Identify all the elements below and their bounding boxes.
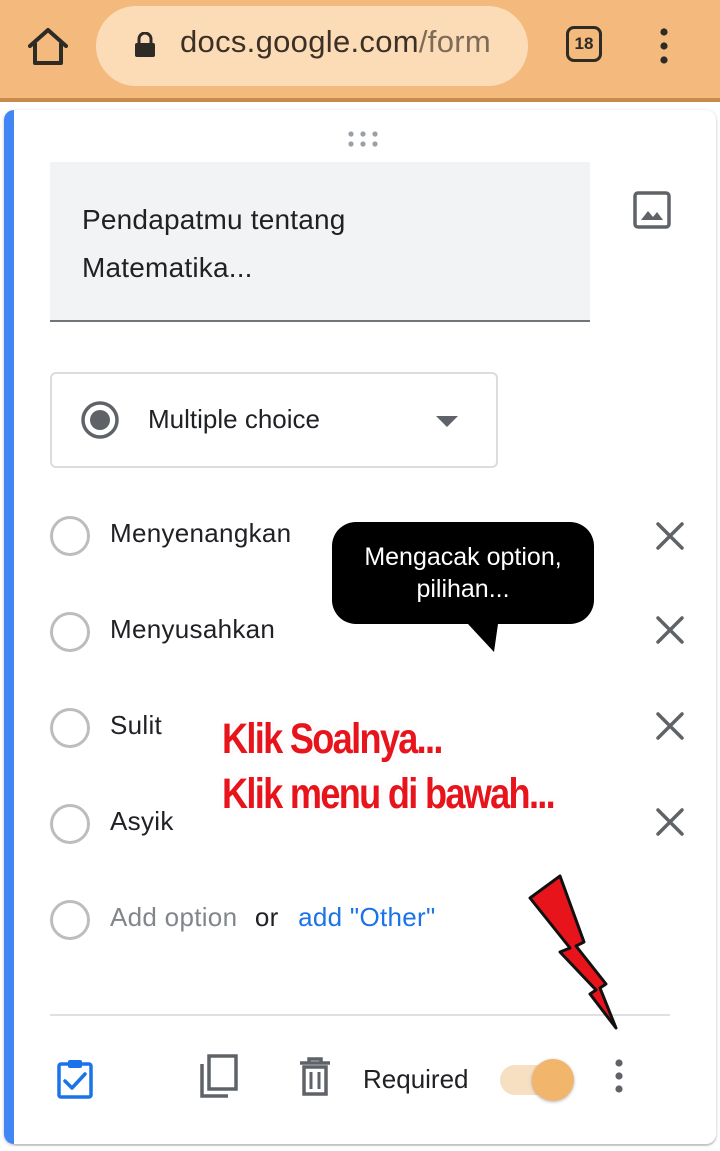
browser-menu-icon[interactable] xyxy=(650,24,678,68)
home-icon[interactable] xyxy=(24,24,72,68)
tab-switcher-button[interactable]: 18 xyxy=(566,26,602,62)
option-radio xyxy=(50,804,90,844)
option-label-2[interactable]: Menyusahkan xyxy=(110,614,275,645)
speech-bubble-line-2: pilihan... xyxy=(416,575,510,603)
option-label-3[interactable]: Sulit xyxy=(110,710,162,741)
dropdown-arrow-icon xyxy=(436,416,458,427)
question-title-line-2: Matematika... xyxy=(82,252,253,283)
speech-bubble-line-1: Mengacak option, xyxy=(364,543,562,571)
option-label-4[interactable]: Asyik xyxy=(110,806,174,837)
remove-option-icon[interactable] xyxy=(652,708,688,744)
instruction-line-1: Klik Soalnya... xyxy=(222,715,443,763)
option-radio xyxy=(50,708,90,748)
required-label: Required xyxy=(363,1064,469,1094)
option-radio xyxy=(50,516,90,556)
remove-option-icon[interactable] xyxy=(652,612,688,648)
required-toggle-thumb[interactable] xyxy=(532,1059,574,1101)
remove-option-icon[interactable] xyxy=(652,518,688,554)
question-title-field[interactable]: Pendapatmu tentang Matematika... xyxy=(50,162,590,322)
add-image-icon[interactable] xyxy=(632,190,672,230)
more-options-icon[interactable] xyxy=(610,1056,628,1096)
add-option-button[interactable]: Add option xyxy=(110,902,237,932)
or-label: or xyxy=(254,902,279,932)
toolbar-divider xyxy=(0,98,720,102)
duplicate-icon[interactable] xyxy=(198,1054,238,1100)
url-path: /form xyxy=(418,24,491,59)
answer-key-icon[interactable] xyxy=(54,1058,96,1100)
question-type-label: Multiple choice xyxy=(148,404,320,434)
delete-icon[interactable] xyxy=(298,1056,332,1096)
question-title-line-1: Pendapatmu tentang xyxy=(82,204,346,235)
remove-option-icon[interactable] xyxy=(652,804,688,840)
url-domain: docs.google.com xyxy=(180,24,419,59)
instruction-overlay: Klik Soalnya... Klik menu di bawah... xyxy=(222,712,556,822)
option-label-1[interactable]: Menyenangkan xyxy=(110,518,291,549)
add-other-link[interactable]: add "Other" xyxy=(298,902,435,932)
question-title: Pendapatmu tentang Matematika... xyxy=(82,196,562,292)
speech-bubble-text: Mengacak option, pilihan... xyxy=(332,541,594,605)
url-text[interactable]: docs.google.com/form xyxy=(180,24,491,60)
question-type-dropdown[interactable]: Multiple choice xyxy=(50,372,498,468)
lightning-arrow-icon xyxy=(528,874,618,1030)
option-radio xyxy=(50,612,90,652)
active-card-accent xyxy=(4,110,14,1144)
lock-icon xyxy=(135,32,155,57)
option-radio xyxy=(50,900,90,940)
instruction-line-2: Klik menu di bawah... xyxy=(222,770,556,818)
drag-handle-icon[interactable] xyxy=(346,130,380,148)
radio-button-icon xyxy=(81,401,119,439)
add-option-row: Add option or add "Other" xyxy=(110,902,436,933)
